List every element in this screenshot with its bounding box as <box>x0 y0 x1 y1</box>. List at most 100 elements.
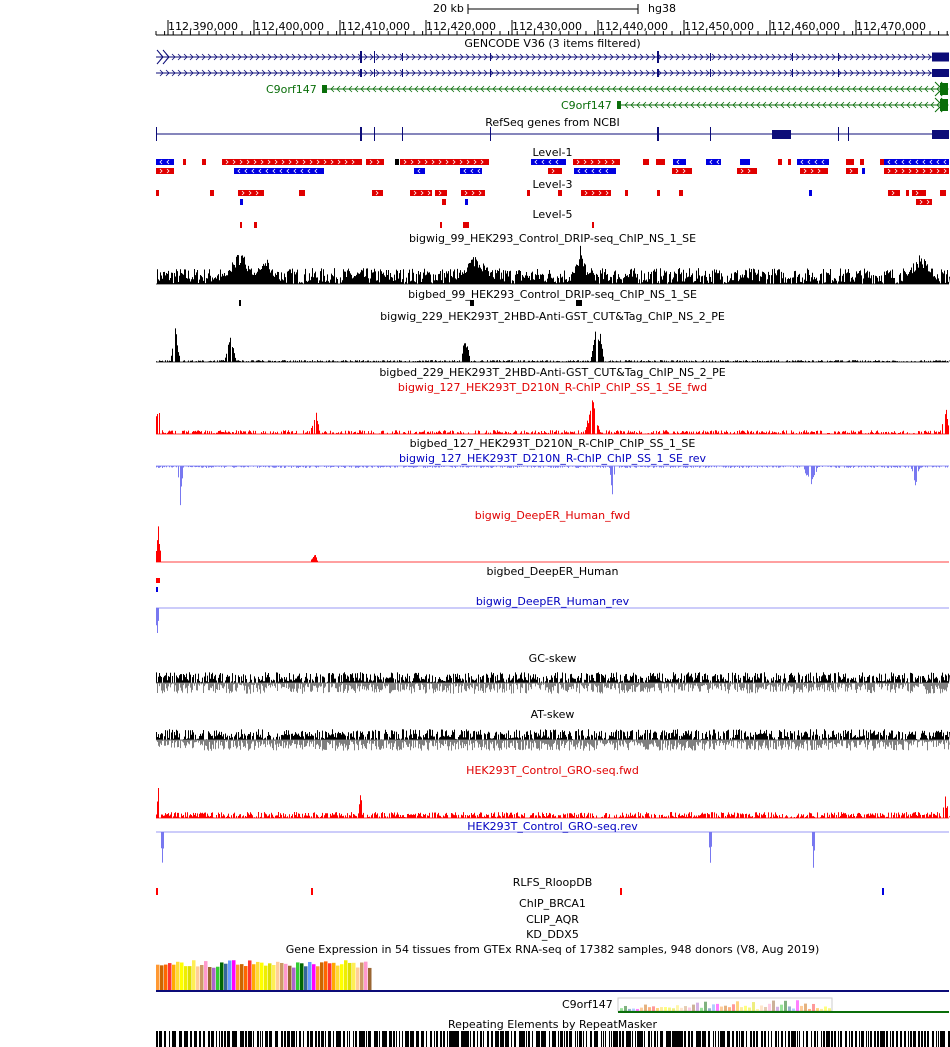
exon <box>657 51 659 63</box>
gtex-mini-bar <box>824 1006 827 1011</box>
repeat-element <box>315 1031 317 1047</box>
level-feature <box>156 168 174 174</box>
assembly-label: hg38 <box>648 2 676 15</box>
repeat-element <box>307 1031 309 1047</box>
level-feature <box>254 222 257 228</box>
repeat-element <box>866 1031 867 1047</box>
track-label-bigbed99[interactable]: bigbed_99_HEK293_Control_DRIP-seq_ChIP_N… <box>156 289 949 301</box>
repeat-element <box>792 1031 793 1047</box>
repeat-element <box>615 1031 617 1047</box>
level-feature <box>672 168 692 174</box>
repeat-element <box>613 1031 615 1047</box>
repeat-element <box>195 1031 197 1047</box>
gtex-mini-bar <box>664 1007 667 1011</box>
repeat-element <box>851 1031 853 1047</box>
repeat-element <box>165 1031 166 1047</box>
track-label-repeatmasker[interactable]: Repeating Elements by RepeatMasker <box>156 1019 949 1031</box>
track-label-bigwig99[interactable]: bigwig_99_HEK293_Control_DRIP-seq_ChIP_N… <box>156 233 949 245</box>
gtex-bar <box>180 962 184 990</box>
repeat-element <box>402 1031 403 1047</box>
track-label-deeper-fwd[interactable]: bigwig_DeepER_Human_fwd <box>156 510 949 522</box>
repeat-element <box>756 1031 757 1047</box>
track-label-refseq[interactable]: RefSeq genes from NCBI <box>156 117 949 129</box>
repeat-element <box>654 1031 656 1047</box>
gtex-mini-bar <box>800 1005 803 1011</box>
repeat-element <box>319 1031 320 1047</box>
repeat-element <box>723 1031 725 1047</box>
repeat-element <box>564 1031 565 1047</box>
track-label-gro-fwd[interactable]: HEK293T_Control_GRO-seq.fwd <box>156 765 949 777</box>
repeat-element <box>831 1031 832 1047</box>
track-label-gro-rev[interactable]: HEK293T_Control_GRO-seq.rev <box>156 821 949 833</box>
repeat-element <box>739 1031 740 1047</box>
gtex-bar <box>300 963 304 990</box>
repeat-element <box>591 1031 592 1047</box>
repeat-element <box>325 1031 326 1047</box>
repeat-element <box>175 1031 176 1047</box>
gtex-mini-bar <box>644 1004 647 1011</box>
track-label-gtex[interactable]: Gene Expression in 54 tissues from GTEx … <box>156 944 949 956</box>
genome-browser-image[interactable]: 20 kb hg38 112,390,000 112,400,000 112,4… <box>0 0 950 1047</box>
gtex-bar <box>368 967 372 990</box>
gtex-bar <box>244 966 248 990</box>
track-label-rlfs[interactable]: RLFS_RloopDB <box>156 877 949 889</box>
repeat-element <box>488 1031 489 1047</box>
gtex-gene-label[interactable]: C9orf147 <box>562 999 613 1011</box>
gtex-bar <box>268 963 272 990</box>
level-feature <box>366 159 384 165</box>
track-label-bigbed127[interactable]: bigbed_127_HEK293T_D210N_R-ChIP_ChIP_SS_… <box>156 438 949 450</box>
track-label-gc-skew[interactable]: GC-skew <box>156 653 949 665</box>
gtex-bar <box>280 962 284 990</box>
repeat-element <box>697 1031 699 1047</box>
repeat-element <box>267 1031 268 1047</box>
gtex-bar <box>196 966 200 990</box>
track-label-clip-aqr[interactable]: CLIP_AQR <box>156 914 949 926</box>
repeat-element <box>370 1031 371 1047</box>
gtex-bar <box>160 965 164 990</box>
repeat-element <box>785 1031 786 1047</box>
repeat-element <box>577 1031 578 1047</box>
repeat-element <box>159 1031 160 1047</box>
repeat-element <box>156 1031 158 1047</box>
gene-name-label[interactable]: C9orf147 <box>266 83 317 96</box>
track-label-bigwig127-rev[interactable]: bigwig_127_HEK293T_D210N_R-ChIP_ChIP_SS_… <box>156 453 949 465</box>
track-label-gencode[interactable]: GENCODE V36 (3 items filtered) <box>156 38 949 50</box>
repeat-element <box>211 1031 212 1047</box>
track-label-deeper-bed[interactable]: bigbed_DeepER_Human <box>156 566 949 578</box>
repeat-element <box>470 1031 471 1047</box>
track-label-bigwig229[interactable]: bigwig_229_HEK293T_2HBD-Anti-GST_CUT&Tag… <box>156 311 949 323</box>
repeat-element <box>336 1031 338 1047</box>
repeat-element <box>454 1031 456 1047</box>
repeat-element <box>904 1031 906 1047</box>
repeat-element <box>333 1031 334 1047</box>
refseq-exon <box>402 127 403 141</box>
level-feature <box>860 159 864 165</box>
repeat-element <box>814 1031 816 1047</box>
gtex-mini-bar <box>804 1003 807 1011</box>
track-label-bigwig127-fwd[interactable]: bigwig_127_HEK293T_D210N_R-ChIP_ChIP_SS_… <box>156 382 949 394</box>
repeat-element <box>609 1031 610 1047</box>
level-feature <box>573 159 620 165</box>
track-label-at-skew[interactable]: AT-skew <box>156 709 949 721</box>
track-label-deeper-rev[interactable]: bigwig_DeepER_Human_rev <box>156 596 949 608</box>
gtex-bar <box>264 965 268 990</box>
gtex-bar <box>288 965 292 990</box>
track-label-kd-ddx5[interactable]: KD_DDX5 <box>156 929 949 941</box>
track-label-level1[interactable]: Level-1 <box>156 147 949 159</box>
gtex-bar <box>304 966 308 990</box>
rlfs-feature <box>311 888 313 895</box>
repeat-element <box>243 1031 244 1047</box>
gtex-mini-bar <box>728 1007 731 1011</box>
track-label-chip-brca1[interactable]: ChIP_BRCA1 <box>156 898 949 910</box>
gtex-bar <box>328 963 332 990</box>
gtex-mini-bar <box>788 1006 791 1011</box>
gtex-mini-bar <box>784 1000 787 1011</box>
gene-name-label[interactable]: C9orf147 <box>561 99 612 112</box>
repeat-element <box>688 1031 690 1047</box>
track-label-level5[interactable]: Level-5 <box>156 209 949 221</box>
gtex-bar <box>240 964 244 990</box>
track-label-bigbed229[interactable]: bigbed_229_HEK293T_2HBD-Anti-GST_CUT&Tag… <box>156 367 949 379</box>
repeat-element <box>924 1031 926 1047</box>
repeat-element <box>870 1031 872 1047</box>
track-label-level3[interactable]: Level-3 <box>156 179 949 191</box>
